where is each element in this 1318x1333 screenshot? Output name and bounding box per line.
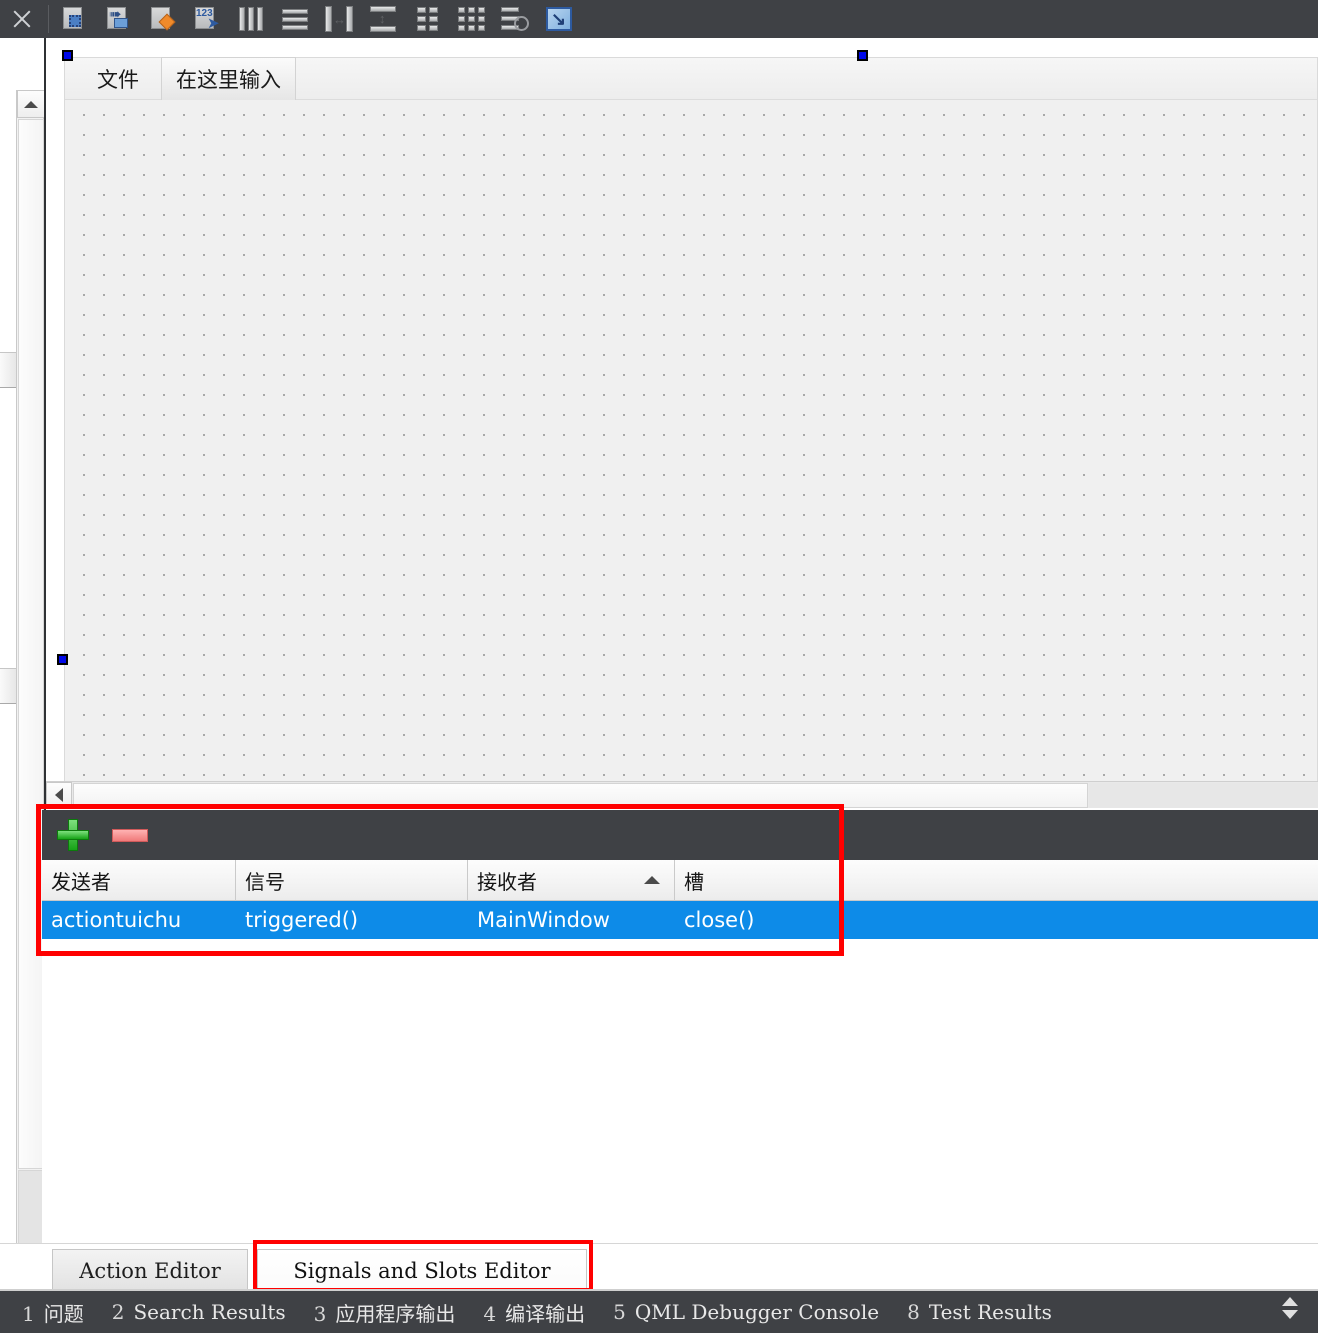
edit-tab-order-icon[interactable]: 123 ➤ — [185, 0, 229, 38]
designed-main-window[interactable]: 文件 在这里输入 — [64, 56, 1318, 798]
statusbar-item-qml-debugger-console[interactable]: 5 QML Debugger Console — [599, 1300, 893, 1324]
edit-widgets-icon[interactable] — [53, 0, 97, 38]
triangle-left-icon — [55, 788, 63, 802]
left-vertical-scrollbar[interactable] — [16, 90, 45, 1302]
toolbar-separator — [48, 5, 49, 33]
left-dock-strip — [0, 38, 45, 1302]
statusbar-num-2: 2 — [111, 1300, 125, 1324]
layout-vertical-splitter-icon[interactable]: ↕ — [361, 0, 405, 38]
triangle-up-icon — [24, 100, 38, 108]
statusbar-num-4: 4 — [483, 1301, 497, 1326]
statusbar-item-app-output[interactable]: 3 应用程序输出 — [300, 1298, 470, 1327]
cell-signal[interactable]: triggered() — [236, 901, 468, 939]
editor-tabbar: Action Editor Signals and Slots Editor — [0, 1243, 1318, 1291]
tab-signals-and-slots-editor[interactable]: Signals and Slots Editor — [257, 1249, 587, 1291]
hscrollbar-track[interactable] — [1089, 783, 1318, 808]
statusbar-num-1: 1 — [22, 1301, 35, 1326]
statusbar-spinner-buttons[interactable] — [1282, 1297, 1298, 1319]
layout-vertically-icon[interactable] — [273, 0, 317, 38]
main-toolbar: ➠ 123 ➤ ↔ ↕ ↘ — [0, 0, 1318, 38]
sort-ascending-icon — [644, 876, 660, 884]
layout-horizontally-icon[interactable] — [229, 0, 273, 38]
menu-file[interactable]: 文件 — [83, 58, 153, 100]
scrollbar-thumb[interactable] — [18, 119, 44, 1169]
column-header-slot-label: 槽 — [684, 870, 704, 894]
column-header-signal-label: 信号 — [245, 870, 285, 894]
statusbar-item-compile-output[interactable]: 4 编译输出 — [469, 1298, 599, 1327]
column-header-slot[interactable]: 槽 — [675, 860, 1318, 901]
statusbar-label-5: QML Debugger Console — [634, 1300, 880, 1324]
remove-connection-button[interactable] — [112, 828, 148, 842]
cell-slot[interactable]: close() — [675, 901, 1318, 939]
chevron-down-icon[interactable] — [1282, 1310, 1298, 1319]
cell-sender[interactable]: actiontuichu — [42, 901, 236, 939]
statusbar-item-test-results[interactable]: 8 Test Results — [893, 1300, 1066, 1324]
statusbar-item-search-results[interactable]: 2 Search Results — [98, 1300, 300, 1324]
layout-grid-icon[interactable] — [405, 0, 449, 38]
column-header-signal[interactable]: 信号 — [236, 860, 468, 901]
statusbar-num-8: 8 — [907, 1300, 920, 1324]
column-header-sender-label: 发送者 — [51, 870, 111, 894]
selection-handle-top-left[interactable] — [62, 50, 73, 61]
close-icon[interactable] — [0, 0, 44, 38]
qt-designer-window: ➠ 123 ➤ ↔ ↕ ↘ 文件 在这里输入 发送者 信号 接收者 槽 acti… — [0, 0, 1318, 1333]
statusbar-label-2: Search Results — [133, 1300, 286, 1324]
column-header-sender[interactable]: 发送者 — [42, 860, 236, 901]
scroll-left-button[interactable] — [46, 782, 72, 808]
column-header-receiver[interactable]: 接收者 — [468, 860, 675, 901]
selection-handle-top-right[interactable] — [857, 50, 868, 61]
statusbar-num-3: 3 — [313, 1301, 327, 1326]
canvas-horizontal-scrollbar[interactable] — [46, 781, 1318, 808]
layout-horizontal-splitter-icon[interactable]: ↔ — [317, 0, 361, 38]
edit-buddies-icon[interactable] — [141, 0, 185, 38]
tab-action-editor[interactable]: Action Editor — [52, 1249, 248, 1291]
edit-signals-slots-icon[interactable]: ➠ — [97, 0, 141, 38]
statusbar-label-8: Test Results — [928, 1300, 1052, 1324]
statusbar-num-5: 5 — [613, 1300, 626, 1324]
selection-handle-left-middle[interactable] — [57, 654, 68, 665]
add-connection-button[interactable] — [56, 818, 90, 852]
break-layout-icon[interactable] — [493, 0, 537, 38]
statusbar-label-4: 编译输出 — [505, 1301, 586, 1326]
adjust-size-icon[interactable]: ↘ — [537, 0, 581, 38]
form-central-widget[interactable] — [65, 100, 1317, 798]
menu-type-here[interactable]: 在这里输入 — [161, 56, 296, 101]
layout-form-icon[interactable] — [449, 0, 493, 38]
cell-receiver[interactable]: MainWindow — [468, 901, 675, 939]
signals-slots-editor-panel: 发送者 信号 接收者 槽 actiontuichu triggered() Ma… — [42, 810, 1318, 1243]
statusbar-label-3: 应用程序输出 — [335, 1301, 456, 1326]
connections-table-body[interactable] — [42, 939, 1318, 1243]
statusbar-label-1: 问题 — [43, 1301, 84, 1326]
form-menubar[interactable]: 文件 在这里输入 — [65, 56, 1317, 101]
hscrollbar-thumb[interactable] — [73, 783, 1088, 808]
chevron-up-icon[interactable] — [1282, 1297, 1298, 1306]
statusbar-item-issues[interactable]: 1 问题 — [8, 1298, 98, 1327]
table-row[interactable]: actiontuichu triggered() MainWindow clos… — [42, 901, 1318, 939]
bottom-statusbar: 1 问题 2 Search Results 3 应用程序输出 4 编译输出 5 … — [0, 1291, 1318, 1333]
form-canvas-area[interactable]: 文件 在这里输入 — [46, 38, 1318, 808]
scroll-up-button[interactable] — [17, 90, 45, 118]
connections-table-header: 发送者 信号 接收者 槽 — [42, 860, 1318, 901]
signals-editor-toolbar-filler — [842, 810, 1318, 860]
column-header-receiver-label: 接收者 — [477, 870, 537, 894]
signals-editor-toolbar — [42, 810, 842, 860]
